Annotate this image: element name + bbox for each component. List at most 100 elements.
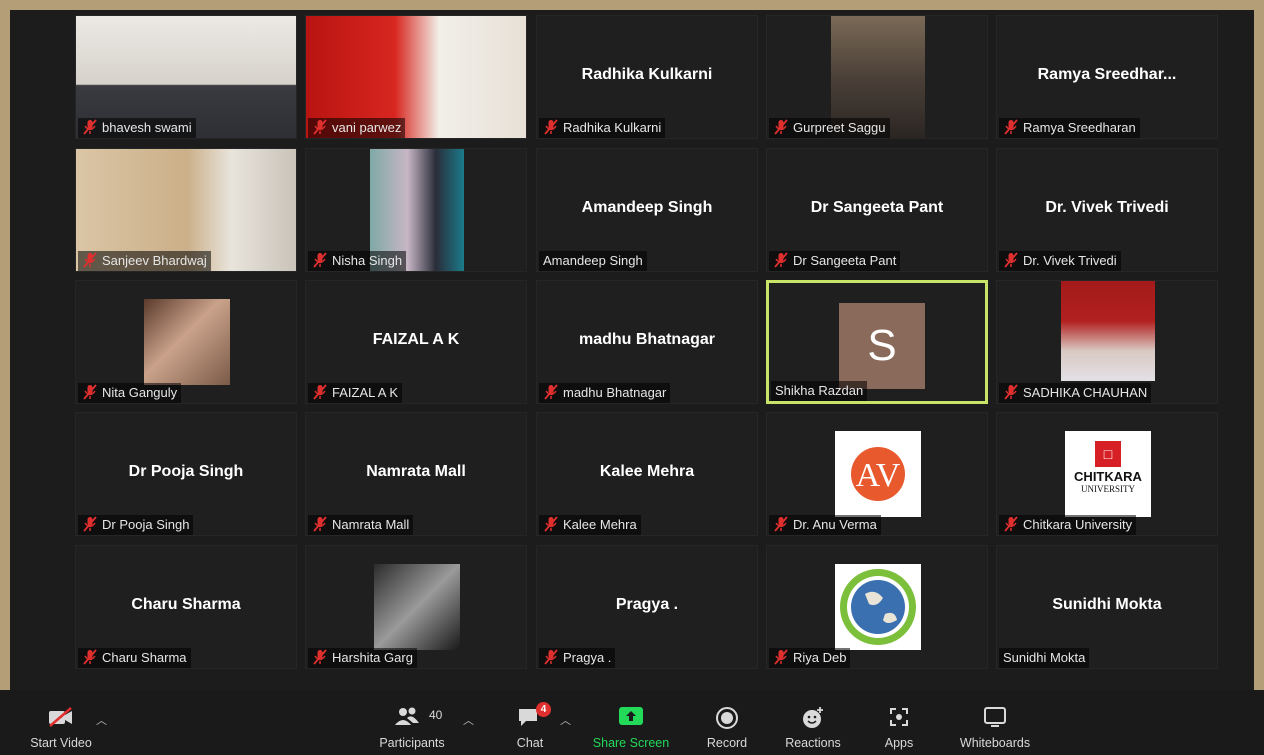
participant-name-label: bhavesh swami bbox=[78, 118, 196, 138]
participant-name-label: Dr. Anu Verma bbox=[769, 515, 881, 535]
mic-muted-icon bbox=[1004, 119, 1018, 135]
mic-muted-icon bbox=[313, 119, 327, 135]
chat-button[interactable]: 4 Chat bbox=[504, 690, 556, 755]
participant-tile[interactable]: Sanjeev Bhardwaj bbox=[75, 148, 297, 272]
mic-muted-icon bbox=[1004, 252, 1018, 268]
participant-name-label: Sunidhi Mokta bbox=[999, 648, 1090, 668]
participant-tile[interactable]: S Shikha Razdan bbox=[766, 280, 988, 404]
participant-name-label: Shikha Razdan bbox=[771, 381, 868, 401]
participant-name: Gurpreet Saggu bbox=[793, 120, 886, 135]
participant-tile[interactable]: AV Dr. Anu Verma bbox=[766, 412, 988, 536]
participant-name: Nita Ganguly bbox=[102, 385, 178, 400]
participant-name-label: Charu Sharma bbox=[78, 648, 191, 668]
participant-name: Harshita Garg bbox=[332, 650, 413, 665]
participant-name: Sanjeev Bhardwaj bbox=[102, 253, 207, 268]
participant-display-name: Pragya . bbox=[615, 596, 679, 613]
participant-tile[interactable]: Kalee Mehra Kalee Mehra bbox=[536, 412, 758, 536]
participant-tile[interactable]: vani parwez bbox=[305, 15, 527, 139]
participant-name: Pragya . bbox=[563, 650, 612, 665]
mic-muted-icon bbox=[83, 252, 97, 268]
participant-name-label: Dr. Vivek Trivedi bbox=[999, 251, 1121, 271]
chat-label: Chat bbox=[516, 736, 544, 750]
participant-tile[interactable]: □ CHITKARA UNIVERSITY Chitkara University bbox=[996, 412, 1218, 536]
whiteboards-button[interactable]: Whiteboards bbox=[950, 690, 1040, 755]
participant-tile[interactable]: Radhika Kulkarni Radhika Kulkarni bbox=[536, 15, 758, 139]
mic-muted-icon bbox=[544, 119, 558, 135]
participants-button[interactable]: 40 Participants bbox=[370, 690, 454, 755]
participant-tile[interactable]: Dr Pooja Singh Dr Pooja Singh bbox=[75, 412, 297, 536]
apps-button[interactable]: Apps bbox=[876, 690, 922, 755]
participant-tile[interactable]: Dr. Vivek Trivedi Dr. Vivek Trivedi bbox=[996, 148, 1218, 272]
chat-options-chevron-icon[interactable]: ︿ bbox=[560, 712, 571, 728]
participant-name-label: Nita Ganguly bbox=[78, 383, 182, 403]
participant-display-name: Amandeep Singh bbox=[581, 199, 713, 216]
participant-name-label: Namrata Mall bbox=[308, 515, 414, 535]
participant-name-label: FAIZAL A K bbox=[308, 383, 402, 403]
participant-tile[interactable]: Nisha Singh bbox=[305, 148, 527, 272]
mic-muted-icon bbox=[1004, 516, 1018, 532]
participant-name: madhu Bhatnagar bbox=[563, 385, 667, 400]
participant-name: Charu Sharma bbox=[102, 650, 187, 665]
participant-tile[interactable]: FAIZAL A K FAIZAL A K bbox=[305, 280, 527, 404]
participants-icon bbox=[394, 706, 422, 729]
participant-name: SADHIKA CHAUHAN bbox=[1023, 385, 1148, 400]
participant-name: bhavesh swami bbox=[102, 120, 192, 135]
reactions-button[interactable]: Reactions bbox=[780, 690, 846, 755]
participant-tile[interactable]: Nita Ganguly bbox=[75, 280, 297, 404]
participant-display-name: Kalee Mehra bbox=[599, 463, 695, 480]
participant-name: Riya Deb bbox=[793, 650, 847, 665]
participant-name: Sunidhi Mokta bbox=[1003, 650, 1086, 665]
participant-display-name: Namrata Mall bbox=[366, 463, 466, 480]
participant-video bbox=[144, 299, 230, 385]
mic-muted-icon bbox=[83, 384, 97, 400]
participant-display-name: Dr Sangeeta Pant bbox=[810, 199, 944, 216]
participant-display-name: madhu Bhatnagar bbox=[578, 331, 715, 348]
start-video-button[interactable]: Start Video bbox=[18, 690, 104, 755]
participant-name: FAIZAL A K bbox=[332, 385, 398, 400]
mic-muted-icon bbox=[544, 516, 558, 532]
mic-muted-icon bbox=[544, 384, 558, 400]
mic-muted-icon bbox=[1004, 384, 1018, 400]
participant-tile[interactable]: Sunidhi Mokta Sunidhi Mokta bbox=[996, 545, 1218, 669]
participant-tile[interactable]: Namrata Mall Namrata Mall bbox=[305, 412, 527, 536]
participant-tile[interactable]: Amandeep Singh Amandeep Singh bbox=[536, 148, 758, 272]
whiteboard-icon bbox=[983, 706, 1007, 731]
participant-name: Namrata Mall bbox=[332, 517, 410, 532]
participant-tile[interactable]: Dr Sangeeta Pant Dr Sangeeta Pant bbox=[766, 148, 988, 272]
record-button[interactable]: Record bbox=[696, 690, 758, 755]
participant-tile[interactable]: Pragya . Pragya . bbox=[536, 545, 758, 669]
participant-display-name: FAIZAL A K bbox=[372, 331, 460, 348]
whiteboards-label: Whiteboards bbox=[959, 736, 1031, 750]
participant-name: Kalee Mehra bbox=[563, 517, 637, 532]
participant-name-label: Riya Deb bbox=[769, 648, 851, 668]
mic-muted-icon bbox=[544, 649, 558, 665]
mic-muted-icon bbox=[83, 516, 97, 532]
share-screen-button[interactable]: Share Screen bbox=[588, 690, 674, 755]
start-video-label: Start Video bbox=[30, 736, 92, 750]
video-off-icon bbox=[47, 706, 75, 731]
participant-tile[interactable]: bhavesh swami bbox=[75, 15, 297, 139]
participants-options-chevron-icon[interactable]: ︿ bbox=[463, 712, 474, 728]
participant-name: Shikha Razdan bbox=[775, 383, 864, 398]
avatar: S bbox=[839, 303, 925, 389]
participant-tile[interactable]: Riya Deb bbox=[766, 545, 988, 669]
participant-tile[interactable]: Charu Sharma Charu Sharma bbox=[75, 545, 297, 669]
mic-muted-icon bbox=[313, 516, 327, 532]
earth-logo-icon bbox=[840, 569, 916, 645]
participant-tile[interactable]: Harshita Garg bbox=[305, 545, 527, 669]
participant-tile[interactable]: Ramya Sreedhar... Ramya Sreedharan bbox=[996, 15, 1218, 139]
participant-tile[interactable]: madhu Bhatnagar madhu Bhatnagar bbox=[536, 280, 758, 404]
record-label: Record bbox=[706, 736, 748, 750]
video-options-chevron-icon[interactable]: ︿ bbox=[96, 712, 107, 728]
mic-muted-icon bbox=[313, 252, 327, 268]
avatar: □ CHITKARA UNIVERSITY bbox=[1065, 431, 1151, 517]
participant-name: vani parwez bbox=[332, 120, 402, 135]
participant-name: Ramya Sreedharan bbox=[1023, 120, 1136, 135]
participant-name-label: vani parwez bbox=[308, 118, 406, 138]
participant-name-label: Harshita Garg bbox=[308, 648, 417, 668]
mic-muted-icon bbox=[83, 649, 97, 665]
participant-tile[interactable]: Gurpreet Saggu bbox=[766, 15, 988, 139]
avatar-initial: S bbox=[867, 321, 897, 370]
participant-tile[interactable]: SADHIKA CHAUHAN bbox=[996, 280, 1218, 404]
participant-display-name: Dr. Vivek Trivedi bbox=[1045, 199, 1169, 216]
